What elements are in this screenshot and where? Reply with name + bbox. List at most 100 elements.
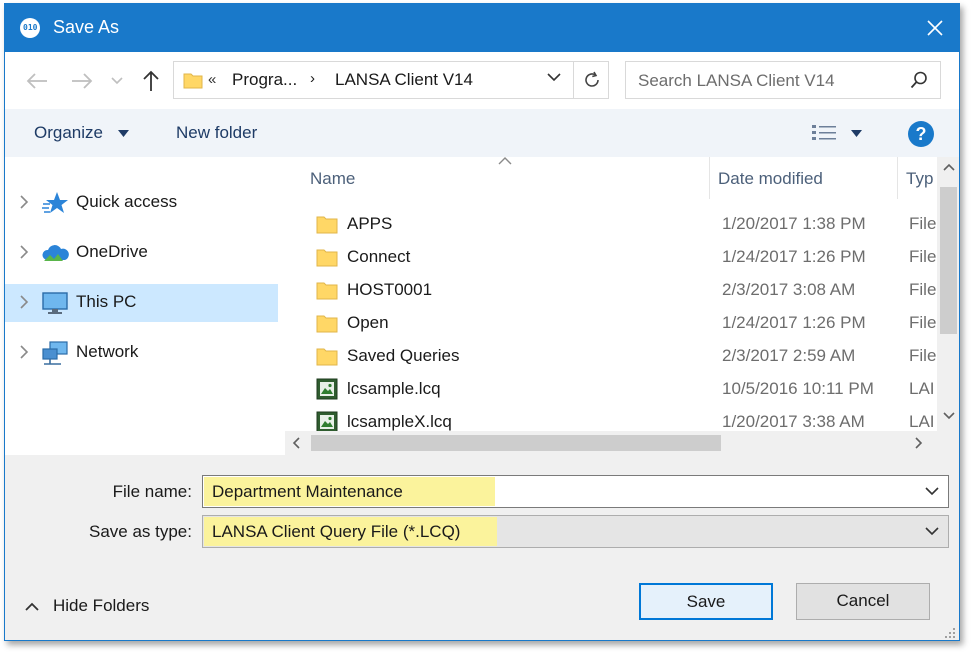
horizontal-scrollbar[interactable] [285,431,937,455]
folder-icon [316,315,338,333]
chevron-right-icon[interactable] [20,295,29,309]
file-name-input[interactable]: Department Maintenance [202,475,949,508]
vertical-scrollbar[interactable] [937,157,959,431]
column-header-name[interactable]: Name [310,169,355,189]
refresh-button[interactable] [573,62,609,98]
scroll-right-icon[interactable] [915,437,923,449]
file-row[interactable]: lcsample.lcq 10/5/2016 10:11 PM LAI [285,373,937,406]
caret-down-icon[interactable] [851,130,862,137]
file-date: 10/5/2016 10:11 PM [722,379,874,398]
new-folder-button[interactable]: New folder [176,123,257,143]
vertical-scroll-thumb[interactable] [940,187,957,334]
organize-button[interactable]: Organize [34,123,103,143]
nav-item-label: Network [76,342,139,361]
save-type-select[interactable]: LANSA Client Query File (*.LCQ) [202,515,949,548]
overflow-chevron[interactable]: « [208,71,216,88]
chevron-up-icon [25,602,39,611]
scroll-left-icon[interactable] [292,437,300,449]
breadcrumb-segment[interactable]: Progra... [232,70,297,90]
hide-folders-label: Hide Folders [53,596,150,615]
folder-icon [316,282,338,300]
nav-item-label: This PC [76,292,137,311]
forward-button[interactable] [69,68,95,94]
file-date: 1/24/2017 1:26 PM [722,247,866,266]
address-bar[interactable]: « Progra... › LANSA Client V14 [173,61,609,99]
lcq-file-icon [316,378,338,400]
refresh-icon [584,71,599,87]
save-as-dialog: 010 Save As « Progra... › LANSA Client V… [4,3,960,641]
scroll-down-icon[interactable] [943,412,955,420]
chevron-right-icon[interactable] [20,195,29,209]
file-list: Name Date modified Typ APPS 1/20/2017 1:… [285,157,937,431]
arrow-right-icon [72,73,93,89]
nav-item-quick-access[interactable]: Quick access [5,184,278,222]
chevron-right-icon[interactable] [20,345,29,359]
view-details-icon[interactable] [811,124,837,142]
nav-item-label: OneDrive [76,242,148,261]
file-row[interactable]: APPS 1/20/2017 1:38 PM File [285,208,937,241]
navigation-pane: Quick access OneDrive This PC Network [5,157,278,457]
recent-locations-button[interactable] [108,68,126,94]
resize-grip-icon[interactable] [944,627,956,639]
help-button[interactable]: ? [908,121,934,147]
file-date: 1/20/2017 1:38 PM [722,214,866,233]
file-type: LAI [909,379,935,398]
column-header-date[interactable]: Date modified [718,169,823,189]
save-type-value: LANSA Client Query File (*.LCQ) [212,522,461,541]
breadcrumb-current[interactable]: LANSA Client V14 [335,70,473,90]
file-row[interactable]: HOST0001 2/3/2017 3:08 AM File [285,274,937,307]
file-type: File [909,247,937,266]
file-name: lcsample.lcq [347,379,441,398]
file-date: 2/3/2017 2:59 AM [722,346,856,365]
file-name-value: Department Maintenance [212,482,403,501]
file-row[interactable]: Connect 1/24/2017 1:26 PM File [285,241,937,274]
file-type: File [909,280,937,299]
file-date: 2/3/2017 3:08 AM [722,280,856,299]
file-name: Connect [347,247,411,266]
scroll-up-icon[interactable] [943,163,955,171]
file-name: Saved Queries [347,346,460,365]
quick-access-star-icon [42,192,68,213]
breadcrumb-separator[interactable]: › [310,70,315,87]
file-row[interactable]: Open 1/24/2017 1:26 PM File [285,307,937,340]
cancel-button[interactable]: Cancel [796,583,930,620]
save-form: File name: Department Maintenance Save a… [5,455,959,640]
search-box[interactable]: Search LANSA Client V14 [625,61,941,99]
file-row[interactable]: Saved Queries 2/3/2017 2:59 AM File [285,340,937,373]
search-placeholder: Search LANSA Client V14 [638,71,835,90]
chevron-down-icon[interactable] [547,73,561,82]
save-type-label: Save as type: [88,522,192,541]
app-icon: 010 [20,18,40,38]
column-header-type[interactable]: Typ [906,169,933,189]
chevron-right-icon[interactable] [20,245,29,259]
file-row[interactable]: lcsampleX.lcq 1/20/2017 3:38 AM LAI [285,406,937,431]
search-icon [910,71,927,89]
file-type: LAI [909,412,935,431]
folder-icon [316,216,338,234]
nav-item-network[interactable]: Network [5,334,278,372]
title-bar[interactable]: 010 Save As [5,4,959,52]
caret-down-icon[interactable] [118,130,129,137]
horizontal-scroll-thumb[interactable] [311,435,721,451]
save-button[interactable]: Save [639,583,773,620]
file-name-label: File name: [112,482,192,501]
back-button[interactable] [24,68,50,94]
column-divider[interactable] [897,157,898,199]
chevron-down-icon[interactable] [925,487,939,496]
network-icon [42,341,68,365]
column-divider[interactable] [709,157,710,199]
command-bar: Organize New folder ? [5,109,959,157]
nav-item-label: Quick access [76,192,178,211]
folder-icon [316,249,338,267]
file-name: HOST0001 [347,280,433,299]
file-type: File [909,214,937,233]
nav-item-onedrive[interactable]: OneDrive [5,234,278,272]
file-name: Open [347,313,389,332]
up-button[interactable] [138,68,164,94]
close-button[interactable] [911,4,959,52]
file-date: 1/24/2017 1:26 PM [722,313,866,332]
file-name: APPS [347,214,393,233]
chevron-down-icon[interactable] [925,527,939,536]
file-type: File [909,313,937,332]
nav-item-this-pc[interactable]: This PC [5,284,278,322]
